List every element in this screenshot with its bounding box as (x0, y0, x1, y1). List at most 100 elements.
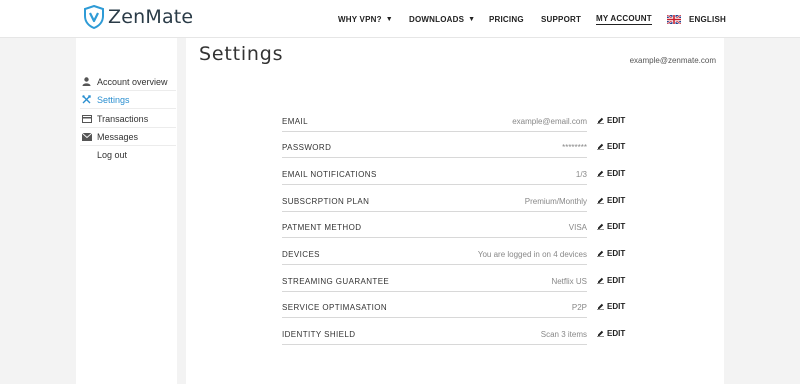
zenmate-logo[interactable]: ZenMate (84, 5, 193, 29)
nav-why-vpn-label: WHY VPN? (338, 14, 382, 24)
edit-label: EDIT (607, 222, 626, 231)
language-selector[interactable]: ENGLISH (667, 0, 726, 38)
sidebar-item-messages[interactable]: Messages (80, 128, 176, 146)
settings-panel: Settings example@zenmate.com EMAIL examp… (186, 38, 724, 384)
divider (282, 211, 587, 212)
setting-value: Scan 3 items (540, 330, 587, 339)
sidebar-item-label: Account overview (97, 76, 168, 87)
edit-label: EDIT (607, 329, 626, 338)
edit-button[interactable]: EDIT (597, 196, 625, 205)
uk-flag-icon (667, 14, 681, 24)
settings-row-streaming-guarantee: STREAMING GUARANTEE Netflix US EDIT (282, 275, 629, 292)
nav-pricing-label: PRICING (489, 14, 524, 24)
sidebar-item-label: Transactions (97, 113, 149, 124)
edit-button[interactable]: EDIT (597, 249, 625, 258)
pencil-icon (597, 330, 604, 337)
nav-downloads[interactable]: DOWNLOADS ▼ (409, 0, 475, 38)
pencil-icon (597, 303, 604, 310)
tools-icon (80, 95, 93, 104)
edit-button[interactable]: EDIT (597, 169, 625, 178)
logo-text: ZenMate (108, 6, 194, 28)
top-navigation-bar: ZenMate WHY VPN? ▼ DOWNLOADS ▼ PRICING S… (0, 0, 800, 38)
setting-value: VISA (568, 223, 587, 232)
envelope-icon (80, 132, 93, 141)
nav-my-account-label: MY ACCOUNT (596, 13, 652, 25)
sidebar-item-transactions[interactable]: Transactions (80, 110, 176, 128)
setting-label: SUBSCRPTION PLAN (282, 197, 370, 206)
edit-button[interactable]: EDIT (597, 142, 625, 151)
divider (282, 184, 587, 185)
settings-row-subscription-plan: SUBSCRPTION PLAN Premium/Monthly EDIT (282, 195, 629, 212)
chevron-down-icon: ▼ (385, 15, 393, 23)
setting-label: IDENTITY SHIELD (282, 330, 356, 339)
shield-logo-icon (84, 5, 104, 29)
edit-label: EDIT (607, 116, 626, 125)
divider (282, 264, 587, 265)
pencil-icon (597, 117, 604, 124)
setting-label: EMAIL (282, 117, 309, 126)
setting-label: PASSWORD (282, 143, 332, 152)
setting-value: P2P (571, 303, 587, 312)
settings-row-identity-shield: IDENTITY SHIELD Scan 3 items EDIT (282, 328, 629, 345)
setting-label: EMAIL NOTIFICATIONS (282, 170, 377, 179)
sidebar-item-label: Messages (97, 131, 139, 142)
edit-label: EDIT (607, 302, 626, 311)
edit-label: EDIT (607, 276, 626, 285)
sidebar-item-label: Log out (97, 150, 128, 160)
setting-label: PATMENT METHOD (282, 223, 362, 232)
credit-card-icon (80, 114, 93, 123)
user-email: example@zenmate.com (629, 56, 716, 65)
divider (282, 344, 587, 345)
settings-row-email-notifications: EMAIL NOTIFICATIONS 1/3 EDIT (282, 168, 629, 185)
settings-row-devices: DEVICES You are logged in on 4 devices E… (282, 248, 629, 265)
divider (282, 131, 587, 132)
pencil-icon (597, 170, 604, 177)
setting-value: example@email.com (512, 117, 587, 126)
sidebar-item-label: Settings (97, 94, 130, 105)
nav-support[interactable]: SUPPORT (541, 0, 581, 38)
page-title: Settings (199, 43, 284, 65)
edit-button[interactable]: EDIT (597, 276, 625, 285)
divider (282, 317, 587, 318)
setting-value: Netflix US (551, 277, 587, 286)
pencil-icon (597, 223, 604, 230)
setting-label: STREAMING GUARANTEE (282, 277, 390, 286)
settings-row-email: EMAIL example@email.com EDIT (282, 115, 629, 132)
edit-label: EDIT (607, 196, 626, 205)
sidebar-item-account-overview[interactable]: Account overview (80, 73, 176, 91)
language-label: ENGLISH (689, 14, 726, 24)
setting-value: You are logged in on 4 devices (477, 250, 587, 259)
account-sidebar: Account overview Settings Transactions M… (76, 38, 177, 384)
settings-row-payment-method: PATMENT METHOD VISA EDIT (282, 221, 629, 238)
divider (282, 157, 587, 158)
sidebar-item-logout[interactable]: Log out (80, 146, 176, 164)
divider (282, 237, 587, 238)
chevron-down-icon: ▼ (468, 15, 476, 23)
edit-button[interactable]: EDIT (597, 329, 625, 338)
setting-value: ******** (562, 143, 587, 152)
edit-label: EDIT (607, 142, 626, 151)
pencil-icon (597, 197, 604, 204)
setting-value: 1/3 (575, 170, 587, 179)
divider (282, 291, 587, 292)
edit-button[interactable]: EDIT (597, 302, 625, 311)
pencil-icon (597, 143, 604, 150)
nav-my-account[interactable]: MY ACCOUNT (596, 0, 652, 38)
pencil-icon (597, 250, 604, 257)
pencil-icon (597, 277, 604, 284)
setting-value: Premium/Monthly (524, 197, 587, 206)
edit-label: EDIT (607, 169, 626, 178)
edit-button[interactable]: EDIT (597, 116, 625, 125)
setting-label: SERVICE OPTIMASATION (282, 303, 388, 312)
nav-pricing[interactable]: PRICING (489, 0, 524, 38)
nav-support-label: SUPPORT (541, 14, 582, 24)
settings-row-password: PASSWORD ******** EDIT (282, 141, 629, 158)
settings-row-service-optimisation: SERVICE OPTIMASATION P2P EDIT (282, 301, 629, 318)
edit-label: EDIT (607, 249, 626, 258)
nav-why-vpn[interactable]: WHY VPN? ▼ (338, 0, 393, 38)
sidebar-item-settings[interactable]: Settings (80, 91, 176, 109)
edit-button[interactable]: EDIT (597, 222, 625, 231)
setting-label: DEVICES (282, 250, 320, 259)
user-icon (80, 77, 93, 86)
nav-downloads-label: DOWNLOADS (409, 14, 465, 24)
